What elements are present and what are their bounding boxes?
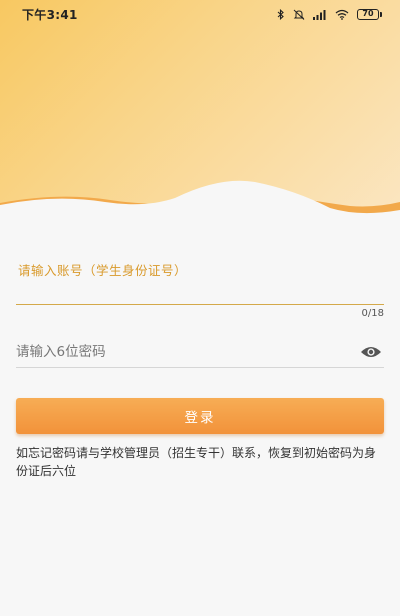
status-bar: 下午3:41 70 <box>0 0 400 28</box>
account-char-counter: 0/18 <box>361 308 384 319</box>
mute-bell-icon <box>293 9 305 20</box>
show-password-eye-icon[interactable] <box>358 342 384 362</box>
account-label: 请输入账号（学生身份证号） <box>18 263 188 278</box>
status-icons: 70 <box>277 8 382 20</box>
account-input-underline <box>16 304 384 305</box>
wifi-icon <box>335 9 349 20</box>
battery-level: 70 <box>357 8 379 20</box>
status-time: 下午3:41 <box>22 7 78 22</box>
password-input[interactable] <box>16 337 336 366</box>
password-field-row <box>16 336 384 368</box>
account-input[interactable] <box>16 280 384 304</box>
signal-icon <box>313 9 326 20</box>
bluetooth-icon <box>277 8 284 20</box>
header-banner: 下午3:41 70 <box>0 0 400 222</box>
battery-icon: 70 <box>357 8 382 20</box>
password-recovery-hint: 如忘记密码请与学校管理员（招生专干）联系，恢复到初始密码为身份证后六位 <box>16 446 377 478</box>
header-wave <box>0 180 400 222</box>
login-button[interactable]: 登录 <box>16 398 384 434</box>
